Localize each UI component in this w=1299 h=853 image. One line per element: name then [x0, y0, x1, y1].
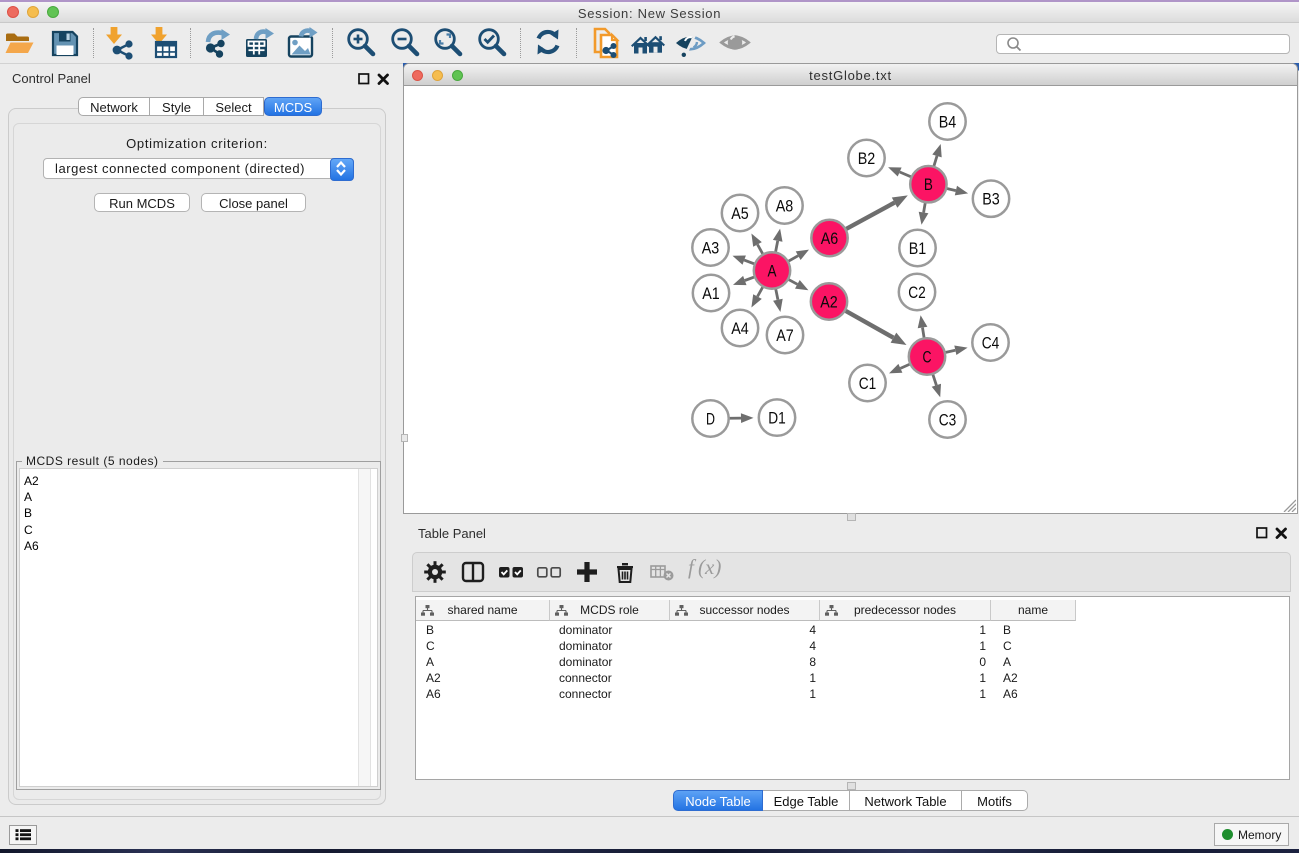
svg-text:A4: A4: [731, 320, 749, 338]
svg-text:A1: A1: [702, 285, 720, 303]
svg-text:D1: D1: [768, 410, 786, 428]
svg-text:A: A: [768, 262, 777, 280]
svg-text:B: B: [924, 176, 933, 194]
svg-text:C3: C3: [939, 411, 957, 429]
svg-text:B4: B4: [939, 113, 957, 131]
svg-text:B1: B1: [909, 240, 927, 258]
svg-text:B2: B2: [858, 150, 876, 168]
svg-text:A5: A5: [731, 205, 749, 223]
svg-text:A8: A8: [776, 197, 794, 215]
svg-text:D: D: [706, 410, 715, 428]
svg-text:C: C: [923, 348, 932, 366]
svg-text:B3: B3: [982, 191, 1000, 209]
svg-text:A7: A7: [776, 327, 794, 345]
svg-text:C4: C4: [982, 334, 1000, 352]
svg-text:A3: A3: [702, 239, 720, 257]
svg-text:A2: A2: [820, 293, 838, 311]
svg-text:A6: A6: [821, 230, 839, 248]
svg-text:C1: C1: [859, 375, 877, 393]
svg-text:C2: C2: [908, 284, 926, 302]
